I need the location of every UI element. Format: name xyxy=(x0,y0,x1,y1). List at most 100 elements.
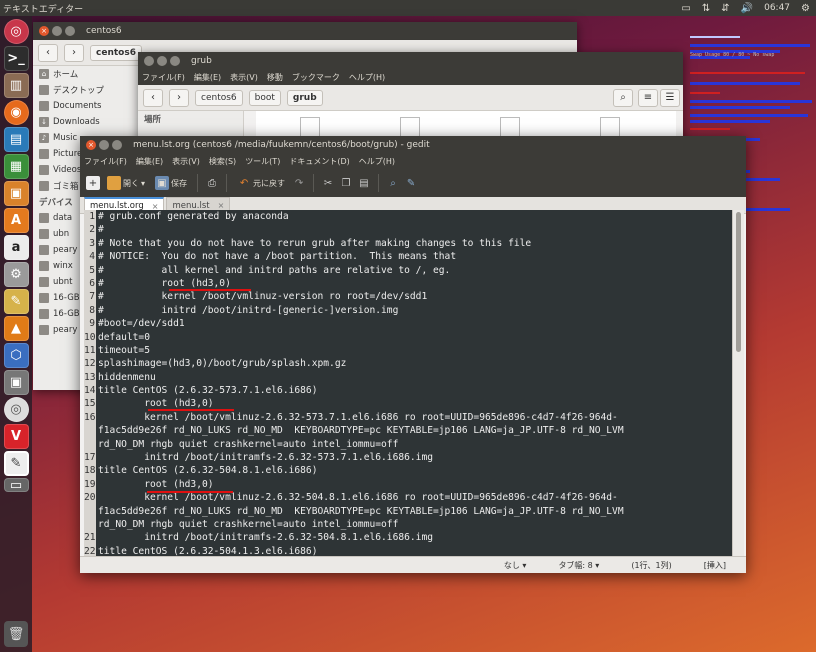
code-line[interactable]: # Note that you do not have to rerun gru… xyxy=(98,237,730,250)
window-titlebar[interactable]: × centos6 xyxy=(33,22,577,40)
paste-icon[interactable]: ▤ xyxy=(357,176,371,190)
code-line[interactable]: initrd /boot/initramfs-2.6.32-504.8.1.el… xyxy=(98,531,730,544)
close-tab-icon[interactable]: × xyxy=(218,201,225,210)
list-view-icon[interactable]: ≡ xyxy=(638,88,658,107)
replace-icon[interactable]: ✎ xyxy=(404,176,418,190)
breadcrumb-centos6[interactable]: centos6 xyxy=(90,44,142,61)
code-line[interactable]: title CentOS (2.6.32-504.1.3.el6.i686) xyxy=(98,545,730,556)
breadcrumb-centos6[interactable]: centos6 xyxy=(195,89,243,106)
text-editor-area[interactable]: 1 2 3 4 5 6 7 8 9 10 11 12 13 14 15 16 17 18 19 20 21 22 # gr… xyxy=(84,210,732,556)
cut-icon[interactable]: ✂ xyxy=(321,176,335,190)
forward-button[interactable]: › xyxy=(64,43,84,62)
sidebar-item-downloads[interactable]: ↓ Downloads xyxy=(33,114,138,130)
find-icon[interactable]: ⌕ xyxy=(386,176,400,190)
close-button[interactable]: × xyxy=(86,140,96,150)
dvd-icon[interactable]: ◎ xyxy=(3,397,29,422)
code-line[interactable]: # all kernel and initrd paths are relati… xyxy=(98,264,730,277)
clock[interactable]: 06:47 xyxy=(764,3,790,13)
writer-icon[interactable]: ▤ xyxy=(3,127,29,152)
scrollbar-thumb[interactable] xyxy=(736,212,741,352)
window-titlebar[interactable]: grub xyxy=(138,52,683,70)
impress-icon[interactable]: ▣ xyxy=(3,181,29,206)
menu-search[interactable]: 検索(S) xyxy=(209,156,236,167)
code-line[interactable]: # grub.conf generated by anaconda xyxy=(98,210,730,223)
menu-file[interactable]: ファイル(F) xyxy=(142,72,185,83)
close-button[interactable]: × xyxy=(39,26,49,36)
code-line[interactable]: rd_NO_DM rhgb quiet crashkernel=auto int… xyxy=(98,438,730,451)
back-button[interactable]: ‹ xyxy=(38,43,58,62)
tab-width-selector[interactable]: タブ幅: 8 ▾ xyxy=(558,560,599,571)
copy-icon[interactable]: ❐ xyxy=(339,176,353,190)
maximize-button[interactable] xyxy=(65,26,75,36)
menu-documents[interactable]: ドキュメント(D) xyxy=(289,156,349,167)
settings-gear-icon[interactable]: ⚙ xyxy=(3,262,29,287)
text-editor-icon[interactable]: ✎ xyxy=(3,289,29,314)
code-line[interactable]: # initrd /boot/initrd-[generic-]version.… xyxy=(98,304,730,317)
transfer-icon[interactable]: ⇅ xyxy=(702,3,710,14)
breadcrumb-grub[interactable]: grub xyxy=(286,89,323,106)
open-button[interactable]: 開く ▾ xyxy=(104,176,148,190)
code-line[interactable]: #boot=/dev/sdd1 xyxy=(98,317,730,330)
code-line[interactable]: timeout=5 xyxy=(98,344,730,357)
code-line[interactable]: rd_NO_DM rhgb quiet crashkernel=auto int… xyxy=(98,518,730,531)
code-line[interactable]: f1ac5dd9e26f rd_NO_LUKS rd_NO_MD KEYBOAR… xyxy=(98,505,730,518)
dash-home-icon[interactable]: ◎ xyxy=(3,19,29,44)
forward-button[interactable]: › xyxy=(169,88,189,107)
amazon-icon[interactable]: a xyxy=(3,235,29,260)
language-selector[interactable]: なし ▾ xyxy=(504,560,527,571)
back-button[interactable]: ‹ xyxy=(143,88,163,107)
code-line[interactable]: title CentOS (2.6.32-573.7.1.el6.i686) xyxy=(98,384,730,397)
menu-tools[interactable]: ツール(T) xyxy=(245,156,280,167)
vertical-scrollbar[interactable] xyxy=(732,210,744,556)
menu-help[interactable]: ヘルプ(H) xyxy=(349,72,385,83)
code-line[interactable]: hiddenmenu xyxy=(98,371,730,384)
code-line[interactable]: f1ac5dd9e26f rd_NO_LUKS rd_NO_MD KEYBOAR… xyxy=(98,424,730,437)
firefox-icon[interactable]: ◉ xyxy=(3,100,29,125)
sidebar-item-home[interactable]: ⌂ ホーム xyxy=(33,66,138,82)
minimize-button[interactable] xyxy=(99,140,109,150)
camera-icon[interactable]: ▣ xyxy=(3,370,29,395)
software-center-icon[interactable]: A xyxy=(3,208,29,233)
maximize-button[interactable] xyxy=(112,140,122,150)
code-line[interactable]: kernel /boot/vmlinuz-2.6.32-504.8.1.el6.… xyxy=(98,491,730,504)
usb-drive-icon[interactable]: ▭ xyxy=(3,478,29,493)
code-text[interactable]: # grub.conf generated by anaconda # # Note… xyxy=(98,210,730,556)
code-line[interactable]: title CentOS (2.6.32-504.8.1.el6.i686) xyxy=(98,464,730,477)
save-button[interactable]: ▣ 保存 xyxy=(152,176,190,190)
code-line[interactable]: kernel /boot/vmlinuz-2.6.32-573.7.1.el6.… xyxy=(98,411,730,424)
calc-icon[interactable]: ▦ xyxy=(3,154,29,179)
code-line[interactable]: initrd /boot/initramfs-2.6.32-573.7.1.el… xyxy=(98,451,730,464)
code-line[interactable]: default=0 xyxy=(98,331,730,344)
menu-help[interactable]: ヘルプ(H) xyxy=(359,156,395,167)
gedit-window[interactable]: × menu.lst.org (centos6 /media/fuukemn/c… xyxy=(80,136,746,573)
terminal-icon[interactable]: >_ xyxy=(3,46,29,71)
menu-bookmarks[interactable]: ブックマーク xyxy=(292,72,340,83)
gedit-icon[interactable]: ✎ xyxy=(3,451,29,476)
menu-edit[interactable]: 編集(E) xyxy=(194,72,221,83)
virtualbox-icon[interactable]: ⬡ xyxy=(3,343,29,368)
settings-gear-icon[interactable]: ⚙ xyxy=(801,3,810,14)
maximize-button[interactable] xyxy=(170,56,180,66)
print-icon[interactable]: ⎙ xyxy=(205,176,219,190)
trash-icon[interactable]: 🗑 xyxy=(4,621,28,647)
minimize-button[interactable] xyxy=(157,56,167,66)
sidebar-item-desktop[interactable]: デスクトップ xyxy=(33,82,138,98)
close-button[interactable] xyxy=(144,56,154,66)
search-icon[interactable]: ⌕ xyxy=(613,88,633,107)
menu-edit[interactable]: 編集(E) xyxy=(136,156,163,167)
vivaldi-icon[interactable]: V xyxy=(3,424,29,449)
code-line[interactable]: splashimage=(hd3,0)/boot/grub/splash.xpm… xyxy=(98,357,730,370)
menu-go[interactable]: 移動 xyxy=(267,72,283,83)
code-line[interactable]: root (hd3,0) xyxy=(98,478,730,491)
new-document-icon[interactable]: + xyxy=(86,176,100,190)
vlc-icon[interactable]: ▲ xyxy=(3,316,29,341)
files-icon[interactable]: ▥ xyxy=(3,73,29,98)
menu-icon[interactable]: ☰ xyxy=(660,88,680,107)
code-line[interactable]: # xyxy=(98,223,730,236)
sidebar-item-documents[interactable]: Documents xyxy=(33,98,138,114)
breadcrumb-boot[interactable]: boot xyxy=(248,89,281,106)
menu-file[interactable]: ファイル(F) xyxy=(84,156,127,167)
menu-view[interactable]: 表示(V) xyxy=(230,72,258,83)
undo-button[interactable]: ↶ 元に戻す xyxy=(234,176,288,190)
redo-icon[interactable]: ↷ xyxy=(292,176,306,190)
